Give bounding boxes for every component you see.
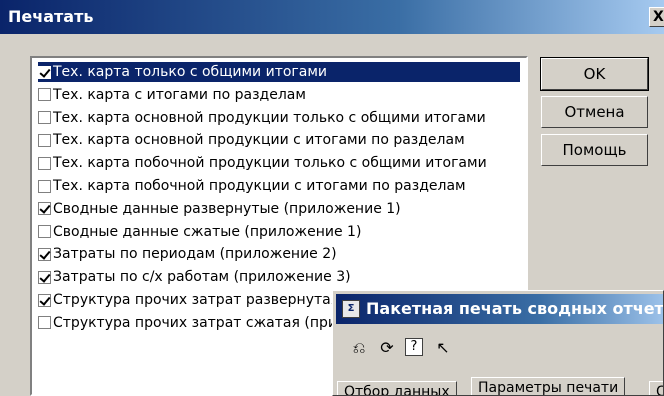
window-title: Печатать (8, 7, 94, 26)
list-item-label: Тех. карта побочной продукции с итогами … (53, 178, 466, 194)
tab-data-selection[interactable]: Отбор данных (337, 381, 457, 395)
context-help-icon[interactable]: ↖ (433, 338, 453, 358)
checkbox[interactable] (38, 247, 51, 261)
help-button[interactable]: Помощь (541, 134, 648, 166)
checkbox[interactable] (38, 225, 51, 239)
list-item-label: Затраты по периодам (приложение 2) (53, 246, 337, 263)
list-item-label: Сводные данные развернутые (приложение 1… (53, 200, 401, 217)
list-item-label: Тех. карта побочной продукции только с о… (53, 155, 487, 172)
list-item[interactable]: Затраты по с/х работам (приложение 3) (38, 267, 351, 287)
batch-title-bar[interactable]: Σ Пакетная печать сводных отчетов (336, 294, 664, 324)
list-item[interactable]: Сводные данные сжатые (приложение 1) (38, 222, 361, 242)
checkbox[interactable] (38, 88, 51, 102)
list-item-label: Структура прочих затрат развернутая (53, 292, 340, 308)
cancel-button[interactable]: Отмена (541, 96, 648, 128)
tab-other[interactable]: С (649, 381, 663, 395)
list-item-label: Затраты по с/х работам (приложение 3) (53, 269, 351, 286)
checkbox[interactable] (38, 202, 51, 216)
checkbox[interactable] (38, 133, 51, 147)
batch-window-title: Пакетная печать сводных отчетов (366, 299, 664, 318)
list-item[interactable]: Сводные данные развернутые (приложение 1… (38, 199, 401, 219)
list-item[interactable]: Структура прочих затрат развернутая (38, 290, 339, 310)
checkbox[interactable] (38, 111, 51, 125)
main-title-bar: Печатать X (0, 0, 664, 34)
undo-icon[interactable]: ⎌ (349, 338, 369, 358)
list-item[interactable]: Тех. карта только с общими итогами (38, 62, 520, 82)
batch-print-window[interactable]: Σ Пакетная печать сводных отчетов ⎌ ⟳ ? … (332, 290, 664, 396)
redo-icon[interactable]: ⟳ (377, 338, 397, 358)
list-item-label: Тех. карта с итогами по разделам (53, 86, 306, 103)
list-item-label: Сводные данные сжатые (приложение 1) (53, 223, 362, 240)
checkbox[interactable] (38, 65, 51, 79)
checkbox[interactable] (38, 270, 51, 284)
tab-print-params[interactable]: Параметры печати (471, 377, 626, 395)
list-item-label: Тех. карта основной продукции только с о… (53, 109, 486, 126)
list-item[interactable]: Тех. карта побочной продукции с итогами … (38, 176, 466, 196)
close-button[interactable]: X (649, 7, 664, 27)
list-item-label: Тех. карта только с общими итогами (53, 64, 328, 80)
list-item[interactable]: Тех. карта с итогами по разделам (38, 85, 306, 105)
list-item[interactable]: Тех. карта основной продукции с итогами … (38, 130, 465, 150)
checkbox[interactable] (38, 316, 51, 330)
ok-button[interactable]: OK (540, 57, 649, 91)
checkbox[interactable] (38, 156, 51, 170)
list-item[interactable]: Тех. карта побочной продукции только с о… (38, 153, 487, 173)
list-item[interactable]: Тех. карта основной продукции только с о… (38, 108, 486, 128)
app-icon: Σ (342, 300, 360, 318)
checkbox[interactable] (38, 179, 51, 193)
help-icon[interactable]: ? (405, 338, 423, 356)
list-item-label: Тех. карта основной продукции с итогами … (53, 132, 465, 149)
list-item[interactable]: Затраты по периодам (приложение 2) (38, 244, 337, 264)
checkbox[interactable] (38, 293, 51, 307)
